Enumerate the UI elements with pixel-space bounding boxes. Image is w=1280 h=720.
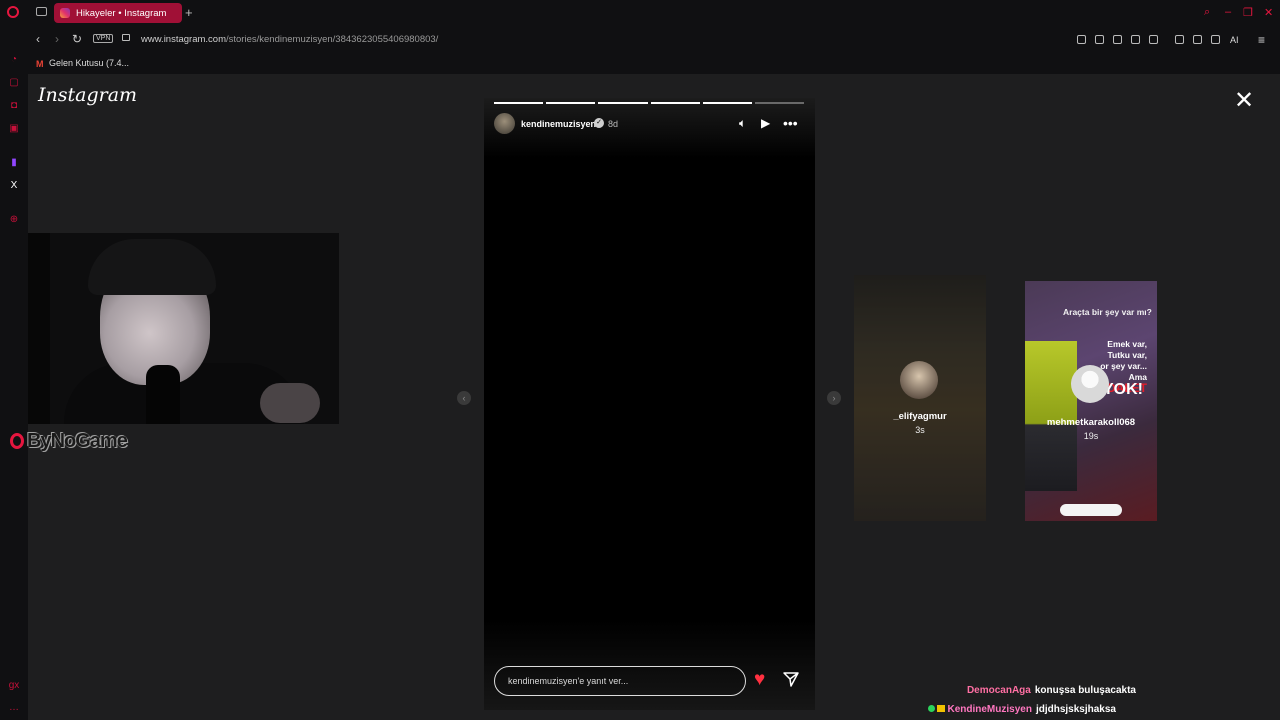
webcam-arm bbox=[260, 383, 320, 423]
x-icon[interactable]: X bbox=[8, 180, 20, 192]
progress-segment bbox=[650, 102, 700, 104]
vpn-badge[interactable]: VPN bbox=[93, 34, 114, 43]
chat-message: DemocanAga konuşsa buluşacakta bbox=[967, 685, 1136, 696]
aria-ai-button[interactable]: AI bbox=[1230, 35, 1239, 45]
bookmark-gmail[interactable]: Gelen Kutusu (7.4... bbox=[49, 58, 129, 68]
messenger-icon[interactable]: ◘ bbox=[8, 100, 20, 112]
reply-input[interactable]: kendinemuzisyen'e yanıt ver... bbox=[494, 666, 746, 696]
microphone-icon bbox=[146, 365, 180, 424]
minimize-icon[interactable]: – bbox=[1225, 6, 1231, 18]
reply-placeholder: kendinemuzisyen'e yanıt ver... bbox=[508, 676, 629, 686]
prev-story-icon[interactable]: ‹ bbox=[457, 391, 471, 405]
progress-segment bbox=[546, 102, 596, 104]
close-icon[interactable]: ✕ bbox=[1234, 86, 1254, 116]
more-icon[interactable]: … bbox=[8, 702, 20, 714]
account-icon[interactable] bbox=[1193, 35, 1202, 44]
crown-badge-icon bbox=[937, 705, 946, 712]
story-viewer[interactable]: kendinemuzisyen ✓ 8d 🔈︎ ▶ ••• kendinemuz… bbox=[484, 98, 815, 710]
mail-icon[interactable]: ▣ bbox=[8, 123, 20, 135]
address-bar: ‹ › ↻ VPN www.instagram.com/stories/kend… bbox=[28, 27, 1280, 53]
opera-watermark-icon bbox=[10, 433, 24, 449]
download-icon[interactable] bbox=[1211, 35, 1220, 44]
default-avatar-icon bbox=[1071, 365, 1109, 403]
gx-icon[interactable]: gx bbox=[8, 680, 20, 692]
story-caption: Araçta bir şey var mı? bbox=[1063, 307, 1152, 317]
bookmark-page-icon[interactable] bbox=[1077, 35, 1086, 44]
tab-instagram[interactable]: Hikayeler • Instagram bbox=[54, 3, 182, 23]
heart-icon[interactable]: ♥ bbox=[754, 670, 765, 690]
webcam-headphones bbox=[88, 239, 216, 295]
menu-icon[interactable]: ≡ bbox=[1258, 33, 1265, 47]
story-bottom-gradient bbox=[484, 620, 815, 710]
new-tab-icon[interactable]: + bbox=[185, 5, 193, 20]
next-story-time: 19s bbox=[1083, 431, 1099, 441]
chat-text: jdjdhsjsksjhaksa bbox=[1035, 704, 1116, 715]
workspaces-icon[interactable] bbox=[36, 7, 47, 16]
story-footer-badge bbox=[1060, 504, 1122, 516]
tab-title: Hikayeler • Instagram bbox=[76, 7, 167, 19]
verified-badge-icon bbox=[928, 705, 936, 712]
restore-icon[interactable]: ❐ bbox=[1243, 6, 1253, 19]
progress-segment bbox=[754, 102, 805, 104]
close-window-icon[interactable]: ✕ bbox=[1264, 6, 1273, 19]
heart-flow-icon[interactable] bbox=[1149, 35, 1158, 44]
snapshot-icon[interactable] bbox=[1095, 35, 1104, 44]
progress-segment bbox=[702, 102, 752, 104]
story-username[interactable]: kendinemuzisyen bbox=[521, 119, 596, 129]
mute-icon[interactable]: 🔈︎ bbox=[739, 116, 746, 130]
officer-image bbox=[1025, 341, 1077, 491]
url-field[interactable]: www.instagram.com/stories/kendinemuzisye… bbox=[141, 34, 438, 45]
gmail-icon: M bbox=[36, 59, 44, 69]
shopping-icon[interactable]: ▢ bbox=[8, 77, 20, 89]
search-icon[interactable]: ⌕ bbox=[1204, 6, 1210, 19]
url-domain: www.instagram.com bbox=[141, 34, 226, 45]
verified-icon: ✓ bbox=[594, 118, 604, 128]
story-line: Tutku var, bbox=[1107, 350, 1147, 360]
sidebar: ◔ ▢ ◘ ▣ ▮ X ⊕ gx … bbox=[0, 27, 28, 720]
next-story-icon[interactable]: › bbox=[827, 391, 841, 405]
story-line: Emek var, bbox=[1107, 339, 1147, 349]
lock-icon[interactable] bbox=[122, 34, 130, 41]
url-path: /stories/kendinemuzisyen/384362305540698… bbox=[226, 34, 439, 45]
next-story-username: mehmetkarakoll068 bbox=[1046, 417, 1136, 428]
next-story-username: _elifyagmur bbox=[893, 411, 947, 422]
next-story-card[interactable]: _elifyagmur 3s bbox=[854, 275, 986, 521]
instagram-logo[interactable]: Instagram bbox=[38, 84, 137, 106]
progress-segment bbox=[494, 102, 544, 104]
streamer-watermark: ByNoGame bbox=[10, 430, 128, 453]
more-options-icon[interactable]: ••• bbox=[783, 116, 798, 130]
story-progress bbox=[494, 102, 805, 104]
webcam-edge bbox=[28, 233, 50, 424]
add-sidebar-icon[interactable]: ⊕ bbox=[8, 214, 20, 226]
story-time: 8d bbox=[608, 119, 619, 129]
extensions-icon[interactable] bbox=[1175, 35, 1184, 44]
twitch-icon[interactable]: ▮ bbox=[8, 157, 20, 169]
history-icon[interactable]: ◔ bbox=[8, 54, 20, 66]
chat-text: konuşsa buluşacakta bbox=[1034, 685, 1136, 696]
chat-username: DemocanAga bbox=[966, 685, 1031, 696]
watermark-text: ByNoGame bbox=[27, 430, 128, 452]
avatar[interactable] bbox=[494, 113, 515, 134]
story-big-text: YOK! bbox=[1103, 381, 1143, 398]
instagram-favicon-icon bbox=[60, 8, 70, 18]
opera-logo-icon[interactable] bbox=[7, 6, 19, 18]
next-story-card[interactable]: Araçta bir şey var mı? Emek var, Tutku v… bbox=[1025, 281, 1157, 521]
adblock-shield-icon[interactable] bbox=[1113, 35, 1122, 44]
reload-icon[interactable]: ↻ bbox=[72, 32, 82, 46]
player-icon[interactable] bbox=[1131, 35, 1140, 44]
progress-segment bbox=[598, 102, 648, 104]
chat-message: KendineMuzisyen jdjdhsjsksjhaksa bbox=[928, 704, 1116, 715]
send-icon[interactable] bbox=[782, 670, 800, 688]
avatar bbox=[900, 361, 938, 399]
tab-bar: Hikayeler • Instagram + ⌕ – ❐ ✕ bbox=[0, 0, 1280, 27]
back-icon[interactable]: ‹ bbox=[36, 32, 40, 46]
chat-username: KendineMuzisyen bbox=[947, 704, 1032, 715]
forward-icon[interactable]: › bbox=[55, 32, 59, 46]
bookmarks-bar: M Gelen Kutusu (7.4... bbox=[28, 53, 1280, 74]
play-icon[interactable]: ▶ bbox=[761, 116, 770, 130]
webcam-overlay bbox=[28, 233, 339, 424]
next-story-time: 3s bbox=[915, 425, 925, 435]
